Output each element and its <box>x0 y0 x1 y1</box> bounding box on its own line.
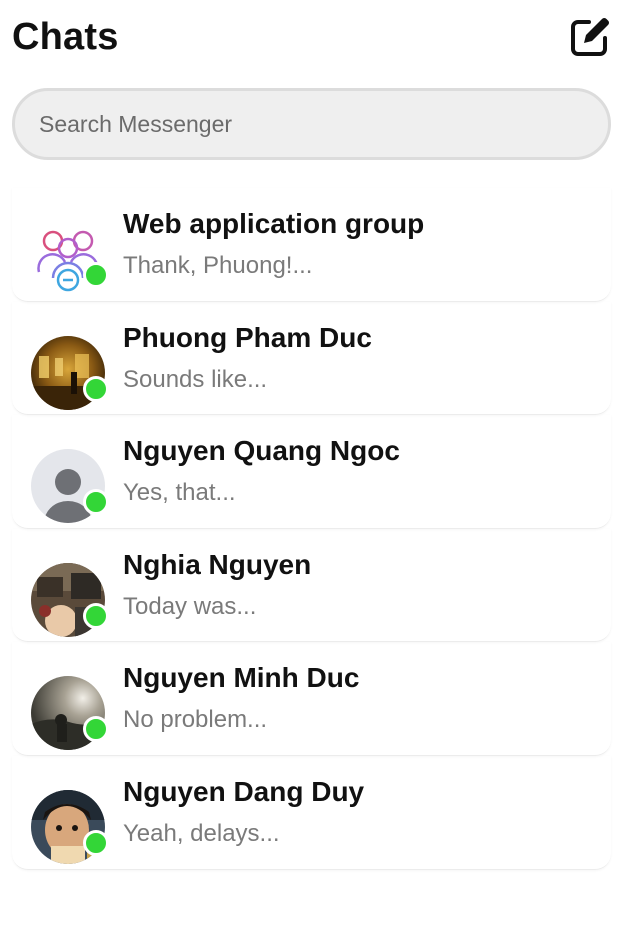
chat-preview: Thank, Phuong!... <box>123 252 313 279</box>
online-status-dot <box>83 602 109 629</box>
chat-name: Nguyen Dang Duy <box>123 775 365 807</box>
chat-item-nguyen-minh-duc[interactable]: Nguyen Minh Duc No problem... <box>12 642 611 756</box>
chat-preview: Sounds like... <box>123 365 268 393</box>
online-status-dot <box>83 716 109 743</box>
chat-name: Nguyen Minh Duc <box>123 662 360 694</box>
chat-preview: No problem... <box>123 706 268 734</box>
online-status-dot <box>83 375 109 402</box>
online-status-dot <box>83 262 109 288</box>
chat-item-nguyen-dang-duy[interactable]: Nguyen Dang Duy Yeah, delays... <box>12 756 611 870</box>
chat-preview: Yes, that... <box>123 479 236 507</box>
header: Chats <box>12 10 614 64</box>
chat-preview: Today was... <box>123 592 257 620</box>
avatar <box>31 222 109 296</box>
chats-panel: Chats Search Messenger Web application g… <box>0 0 628 932</box>
chat-item-web-application-group[interactable]: Web application group Thank, Phuong!... <box>12 188 611 302</box>
chat-name: Nghia Nguyen <box>123 548 312 580</box>
search-input[interactable] <box>12 88 611 160</box>
avatar <box>31 789 109 864</box>
online-status-dot <box>83 829 109 856</box>
page-title: Chats <box>12 15 119 58</box>
avatar <box>31 676 109 751</box>
chat-name: Nguyen Quang Ngoc <box>123 435 400 467</box>
avatar <box>31 335 109 410</box>
avatar <box>31 562 109 637</box>
chat-item-nguyen-quang-ngoc[interactable]: Nguyen Quang Ngoc Yes, that... <box>12 415 611 529</box>
chat-item-nghia-nguyen[interactable]: Nghia Nguyen Today was... <box>12 529 611 643</box>
avatar <box>31 449 109 524</box>
chat-preview: Yeah, delays... <box>123 819 280 847</box>
chat-list: Web application group Thank, Phuong!... <box>12 188 611 870</box>
compose-button[interactable] <box>566 13 614 61</box>
chat-item-phuong-pham-duc[interactable]: Phuong Pham Duc Sounds like... <box>12 302 611 416</box>
compose-edit-icon <box>571 17 610 56</box>
online-status-dot <box>83 489 109 516</box>
chat-name: Web application group <box>123 208 425 239</box>
chat-name: Phuong Pham Duc <box>123 321 372 353</box>
